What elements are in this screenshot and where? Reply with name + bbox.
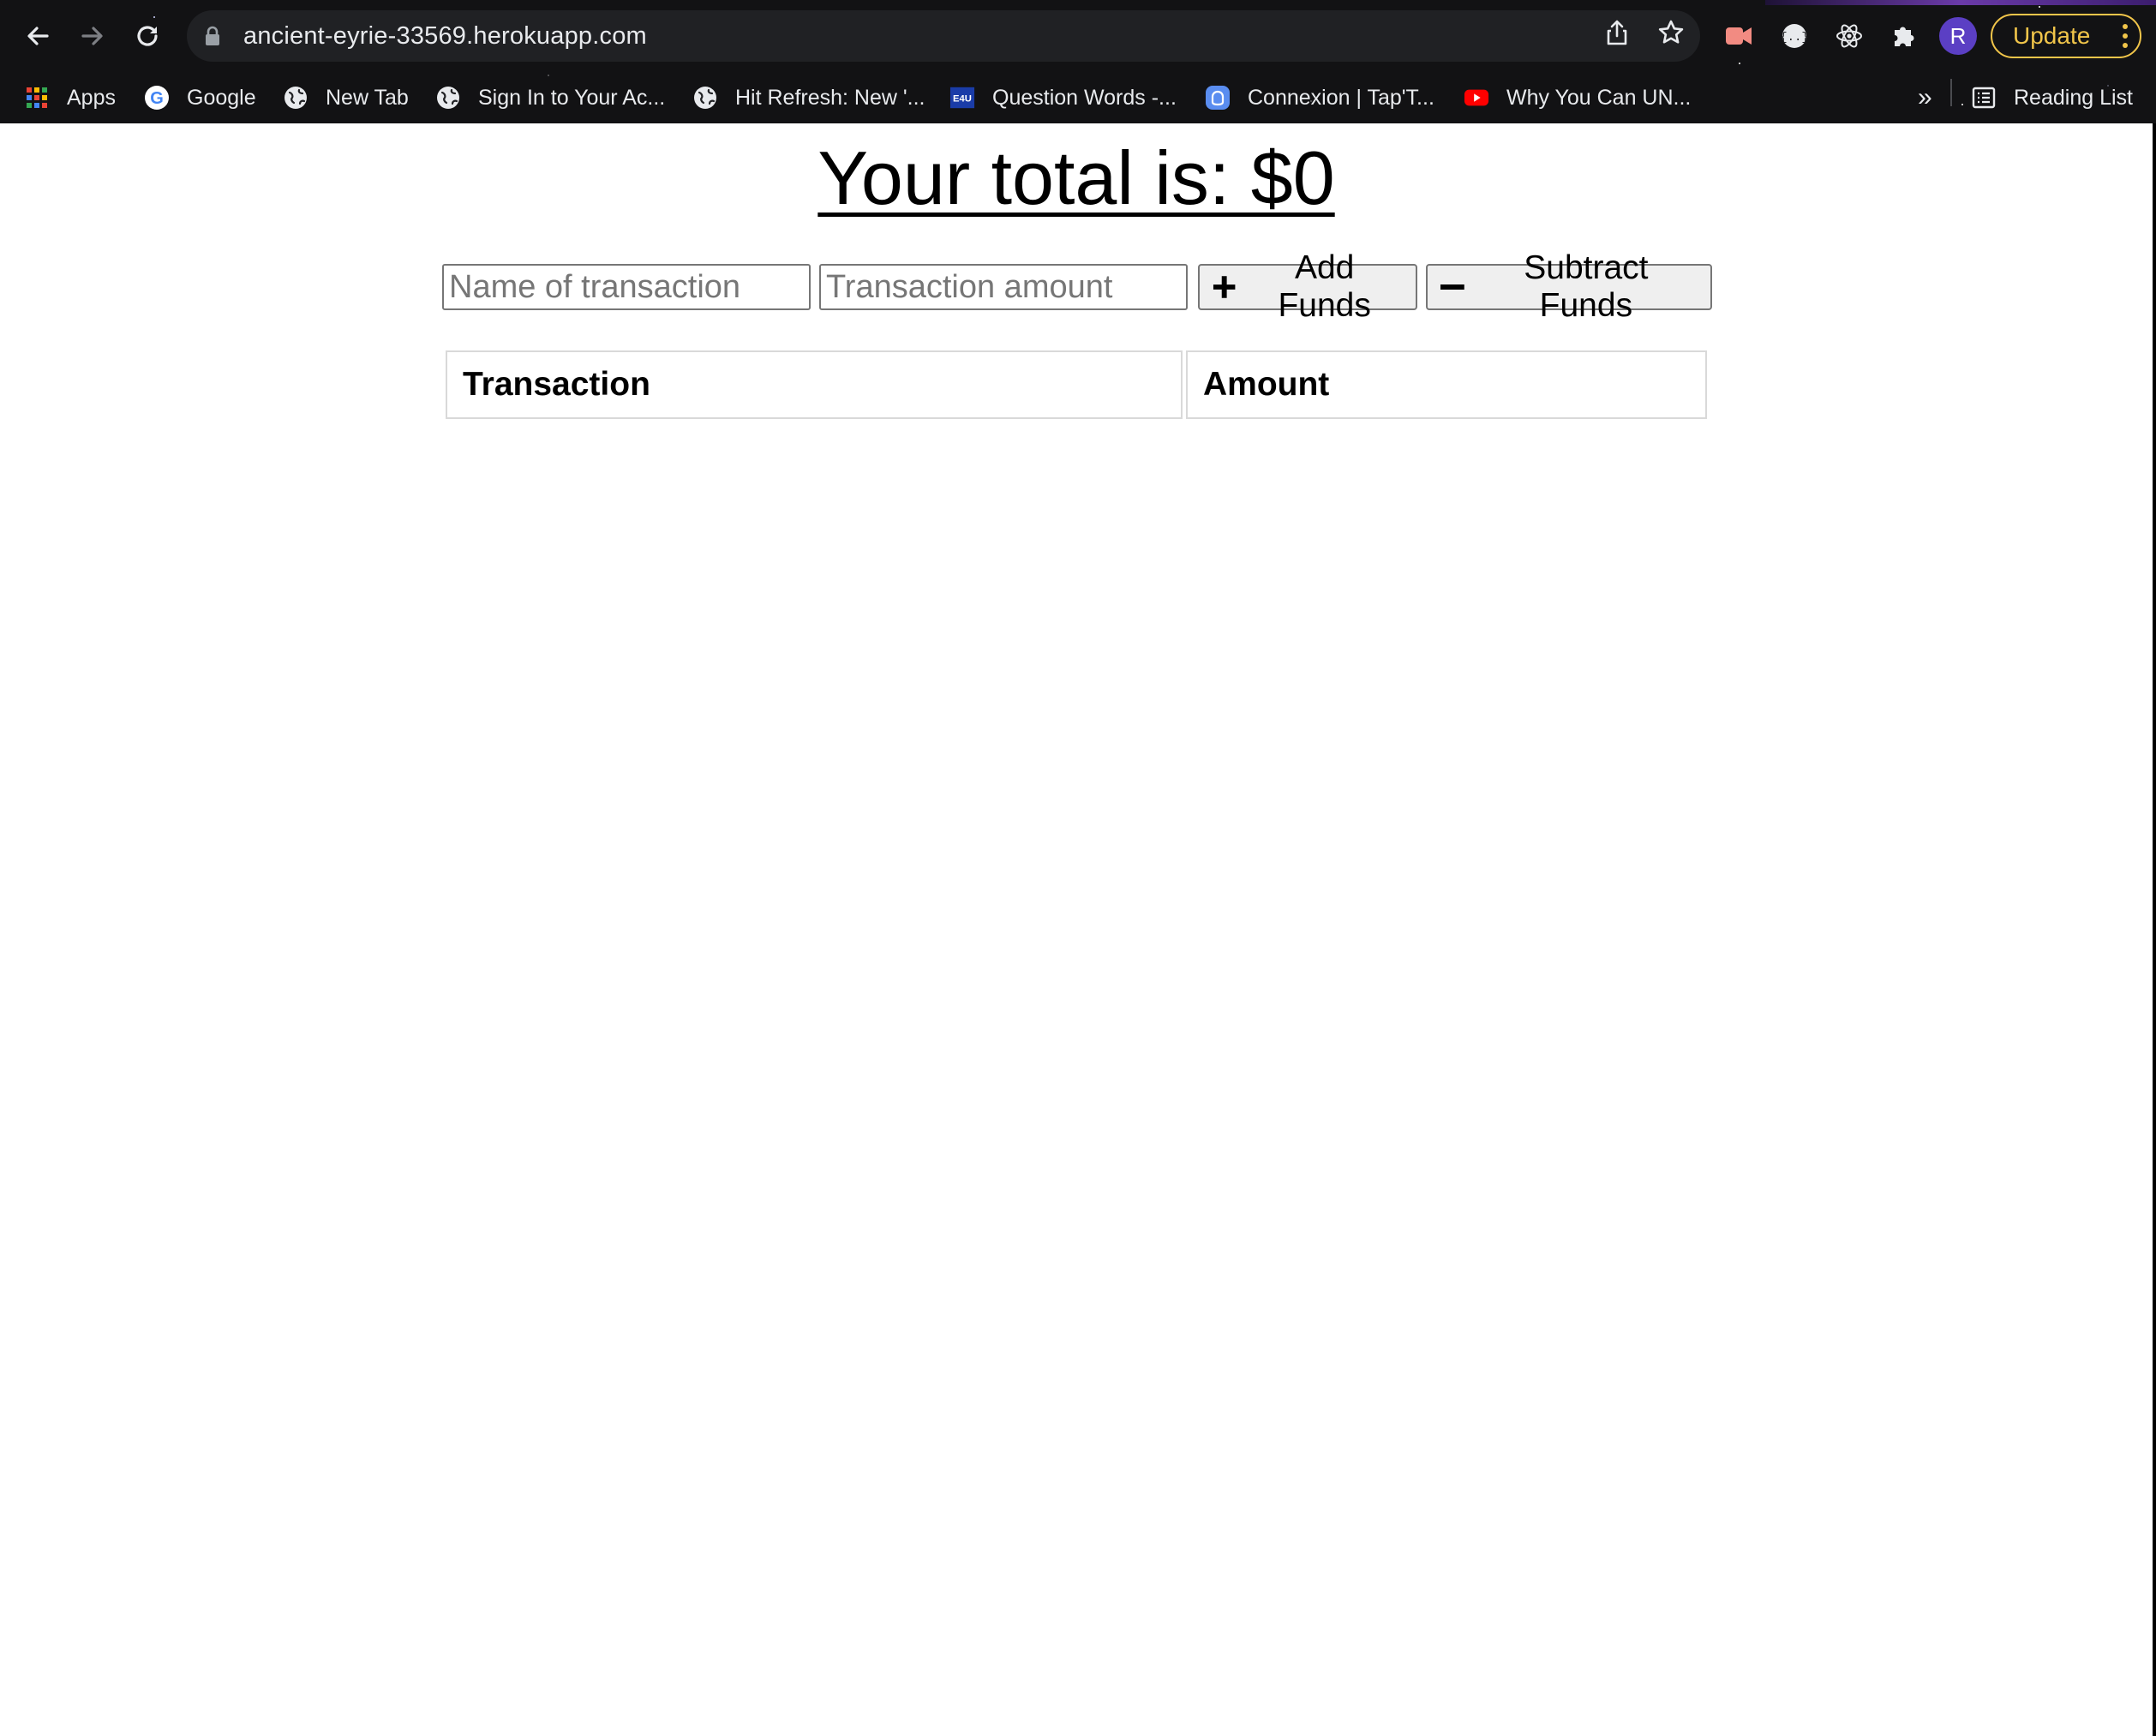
tap-icon bbox=[1205, 85, 1231, 111]
bookmark-label: Apps bbox=[67, 85, 116, 110]
forward-button[interactable] bbox=[74, 17, 111, 55]
reading-list-icon bbox=[1971, 85, 1997, 111]
bookmark-hit-refresh[interactable]: Hit Refresh: New '... bbox=[692, 74, 925, 122]
youtube-icon bbox=[1464, 85, 1489, 111]
minus-icon bbox=[1440, 284, 1464, 290]
subtract-funds-button[interactable]: Subtract Funds bbox=[1426, 249, 1712, 324]
bookmark-label: Question Words -... bbox=[992, 85, 1177, 110]
update-label: Update bbox=[2013, 22, 2091, 49]
address-bar[interactable]: ancient-eyrie-33569.herokuapp.com bbox=[187, 10, 1700, 62]
braces-circle-icon: {..} bbox=[1781, 24, 1808, 48]
column-header-transaction: Transaction bbox=[446, 350, 1183, 419]
bookmark-label: Hit Refresh: New '... bbox=[735, 85, 925, 110]
globe-icon bbox=[692, 85, 718, 111]
puzzle-icon bbox=[1895, 27, 1914, 46]
column-header-amount: Amount bbox=[1186, 350, 1707, 419]
bookmark-label: Why You Can UN... bbox=[1506, 85, 1692, 110]
bookmark-label: Google bbox=[187, 85, 256, 110]
svg-text:E4U: E4U bbox=[953, 94, 972, 105]
e4u-icon: E4U bbox=[949, 85, 975, 111]
bookmark-new-tab[interactable]: New Tab bbox=[283, 74, 409, 122]
globe-icon bbox=[435, 85, 461, 111]
bookmark-youtube[interactable]: Why You Can UN... bbox=[1464, 74, 1691, 122]
tab-strip-edge bbox=[1765, 0, 2156, 5]
apps-grid-icon bbox=[24, 85, 50, 111]
add-funds-button[interactable]: Add Funds bbox=[1198, 249, 1417, 324]
bookmark-google[interactable]: G Google bbox=[144, 74, 256, 122]
video-record-icon bbox=[1726, 27, 1752, 45]
bookmarks-bar: Apps G Google New Tab Sign In to Your Ac… bbox=[0, 74, 2156, 122]
bookmarks-overflow-button[interactable]: » bbox=[1918, 74, 1932, 122]
bookmark-question-words[interactable]: E4U Question Words -... bbox=[949, 74, 1177, 122]
bookmark-connexion[interactable]: Connexion | Tap'T... bbox=[1205, 74, 1434, 122]
bookmark-apps[interactable]: Apps bbox=[24, 74, 116, 122]
reload-button[interactable] bbox=[129, 17, 166, 55]
extension-react-button[interactable] bbox=[1832, 19, 1866, 53]
plus-icon bbox=[1213, 276, 1236, 298]
extension-recorder-button[interactable] bbox=[1722, 19, 1757, 53]
svg-text:{..}: {..} bbox=[1781, 31, 1808, 45]
share-button[interactable] bbox=[1602, 17, 1632, 48]
globe-icon bbox=[283, 85, 308, 111]
google-icon: G bbox=[144, 85, 170, 111]
reload-icon bbox=[137, 26, 158, 46]
bookmarks-divider bbox=[1950, 79, 1952, 106]
transaction-amount-input[interactable] bbox=[819, 264, 1188, 310]
window-edge bbox=[2153, 123, 2156, 1736]
profile-avatar[interactable]: R bbox=[1939, 17, 1977, 55]
arrow-right-icon bbox=[81, 27, 103, 45]
update-button[interactable]: Update bbox=[1991, 14, 2141, 58]
bookmark-label: New Tab bbox=[326, 85, 409, 110]
share-icon bbox=[1607, 20, 1627, 45]
kebab-menu-icon[interactable] bbox=[2123, 24, 2128, 48]
arrow-left-icon bbox=[27, 27, 49, 45]
browser-chrome: ancient-eyrie-33569.herokuapp.com {..} R… bbox=[0, 0, 2156, 123]
transactions-table: Transaction Amount bbox=[442, 347, 1710, 422]
total-heading: Your total is: $0 bbox=[817, 135, 1335, 220]
subtract-funds-label: Subtract Funds bbox=[1524, 249, 1649, 324]
page-content: Your total is: $0 Add Funds Subtract Fun… bbox=[0, 123, 2156, 1736]
bookmark-sign-in[interactable]: Sign In to Your Ac... bbox=[435, 74, 665, 122]
transaction-name-input[interactable] bbox=[442, 264, 811, 310]
extensions-button[interactable] bbox=[1887, 19, 1921, 53]
add-funds-label: Add Funds bbox=[1278, 249, 1371, 324]
star-icon bbox=[1658, 20, 1684, 44]
extension-json-button[interactable]: {..} bbox=[1777, 19, 1812, 53]
bookmark-label: Connexion | Tap'T... bbox=[1248, 85, 1434, 110]
reading-list-label: Reading List bbox=[2014, 85, 2133, 110]
reading-list-button[interactable]: Reading List bbox=[1971, 74, 2133, 122]
back-button[interactable] bbox=[19, 17, 57, 55]
bookmark-label: Sign In to Your Ac... bbox=[478, 85, 666, 110]
bookmark-star-button[interactable] bbox=[1656, 17, 1686, 48]
lock-icon bbox=[204, 26, 221, 51]
table-header-row: Transaction Amount bbox=[446, 350, 1707, 419]
url-text[interactable]: ancient-eyrie-33569.herokuapp.com bbox=[243, 22, 647, 50]
svg-text:G: G bbox=[150, 89, 164, 108]
react-atom-icon bbox=[1836, 24, 1862, 48]
